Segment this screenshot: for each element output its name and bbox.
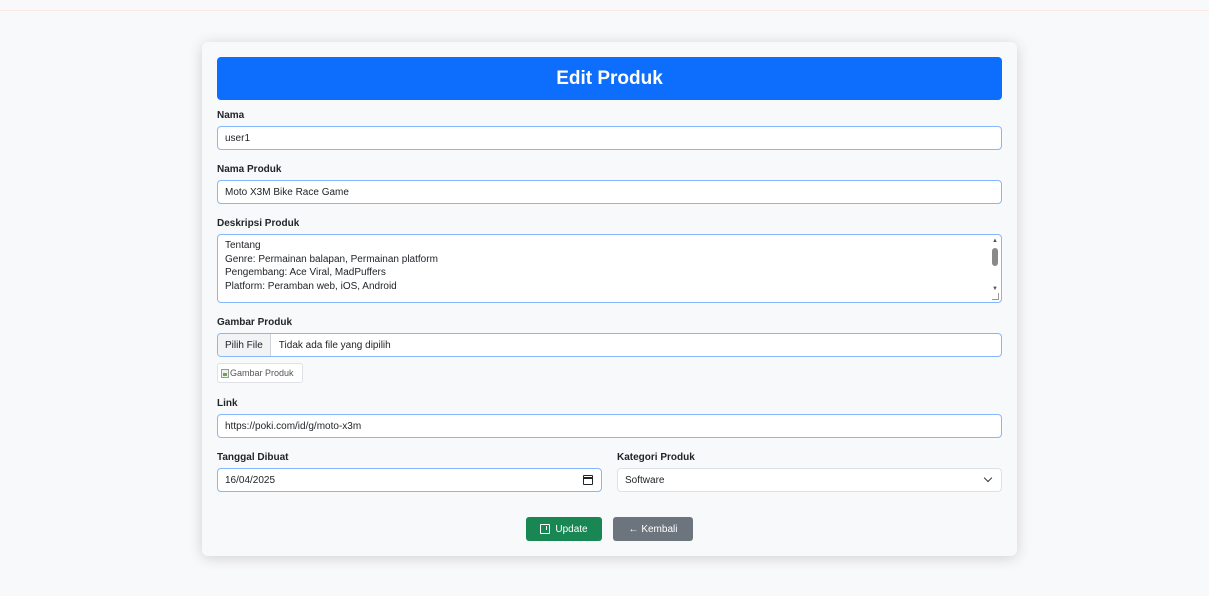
back-label: ← Kembali xyxy=(628,523,678,535)
link-input[interactable]: https://poki.com/id/g/moto-x3m xyxy=(217,414,1002,438)
scrollbar-thumb[interactable] xyxy=(992,248,998,266)
kategori-select[interactable]: Software xyxy=(617,468,1002,492)
nama-input[interactable]: user1 xyxy=(217,126,1002,150)
update-button[interactable]: Update xyxy=(526,517,602,541)
link-label: Link xyxy=(217,398,238,409)
scroll-up-arrow-icon[interactable]: ▲ xyxy=(991,238,999,244)
gambar-label: Gambar Produk xyxy=(217,317,293,328)
date-value: 16/04/2025 xyxy=(225,474,276,486)
update-label: Update xyxy=(555,523,588,535)
deskripsi-line: Pengembang: Ace Viral, MadPuffers xyxy=(225,267,386,278)
page-title: Edit Produk xyxy=(556,67,663,89)
image-alt-text: Gambar Produk xyxy=(230,368,294,378)
deskripsi-label: Deskripsi Produk xyxy=(217,218,300,229)
kategori-selected-value: Software xyxy=(625,474,665,486)
broken-image-icon xyxy=(221,368,229,378)
gambar-file-input[interactable]: Pilih File Tidak ada file yang dipilih xyxy=(217,333,1002,357)
product-image-placeholder: Gambar Produk xyxy=(217,363,303,383)
deskripsi-line: Tentang xyxy=(225,240,261,251)
deskripsi-line: Platform: Peramban web, iOS, Android xyxy=(225,280,397,292)
nama-produk-label: Nama Produk xyxy=(217,164,282,175)
save-icon xyxy=(540,524,551,534)
tanggal-label: Tanggal Dibuat xyxy=(217,452,289,463)
chevron-down-icon xyxy=(983,473,993,483)
top-divider xyxy=(0,10,1209,11)
file-status-text: Tidak ada file yang dipilih xyxy=(278,339,391,351)
textarea-scrollbar[interactable]: ▲ ▼ xyxy=(991,238,999,298)
tanggal-input[interactable]: 16/04/2025 xyxy=(217,468,602,492)
page-header: Edit Produk xyxy=(217,57,1002,100)
scroll-down-arrow-icon[interactable]: ▼ xyxy=(991,286,999,292)
resize-grip-icon[interactable] xyxy=(992,293,999,300)
kategori-label: Kategori Produk xyxy=(617,452,695,463)
deskripsi-textarea[interactable]: Tentang Genre: Permainan balapan, Permai… xyxy=(217,234,1002,303)
edit-product-card: Edit Produk Nama user1 Nama Produk Moto … xyxy=(202,42,1017,556)
calendar-icon[interactable] xyxy=(583,475,593,485)
deskripsi-line: Genre: Permainan balapan, Permainan plat… xyxy=(225,253,438,265)
back-button[interactable]: ← Kembali xyxy=(613,517,693,541)
choose-file-button[interactable]: Pilih File xyxy=(218,334,271,356)
nama-label: Nama xyxy=(217,110,245,121)
nama-produk-input[interactable]: Moto X3M Bike Race Game xyxy=(217,180,1002,204)
